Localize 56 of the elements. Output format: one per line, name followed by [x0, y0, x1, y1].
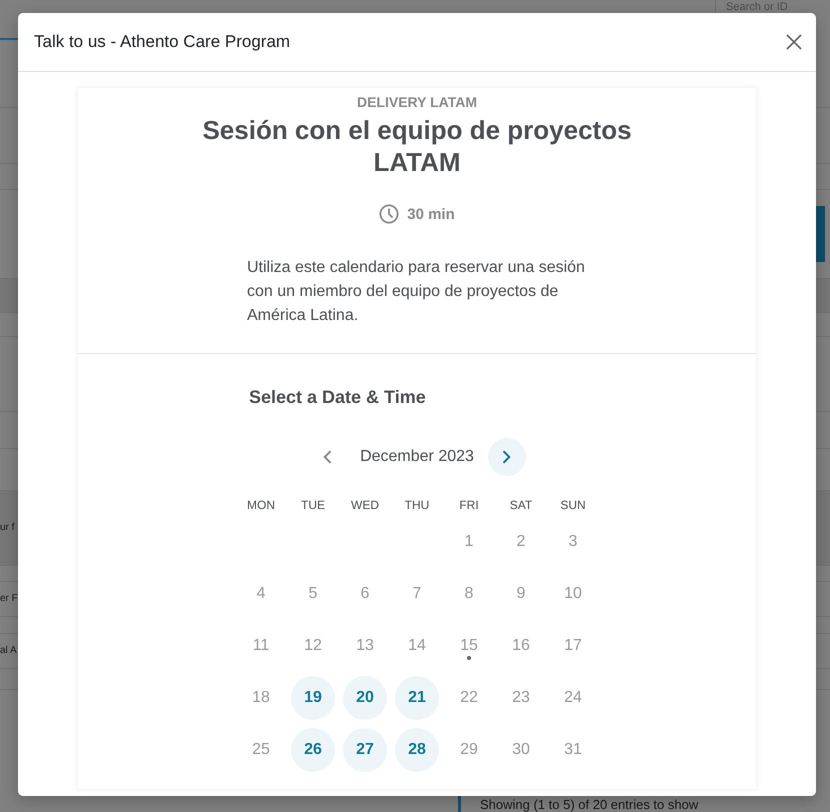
- calendar-day: 6: [360, 584, 370, 604]
- weekday-label: FRI: [458, 497, 480, 514]
- calendar-day: 7: [412, 584, 422, 604]
- available-day-button[interactable]: 27: [343, 728, 387, 772]
- available-day-button[interactable]: 28: [395, 728, 439, 772]
- weekday-label: WED: [350, 497, 380, 514]
- organizer-name: DELIVERY LATAM: [356, 94, 478, 110]
- calendar-day: 17: [564, 636, 582, 656]
- calendar-day: 23: [512, 688, 530, 708]
- calendar-day: 16: [512, 636, 530, 656]
- calendar-day: 25: [252, 740, 270, 760]
- calendar-day: 31: [564, 740, 582, 760]
- entries-summary-text: Showing (1 to 5) of 20 entries to show: [480, 797, 698, 812]
- next-month-button[interactable]: [488, 438, 526, 476]
- available-day-button[interactable]: 26: [291, 728, 335, 772]
- clock-icon: [379, 204, 400, 224]
- calendar-day: 2: [516, 532, 526, 552]
- calendar-day: 13: [356, 636, 374, 656]
- available-day-button[interactable]: 21: [395, 676, 439, 720]
- close-icon: [786, 34, 802, 50]
- calendar-day: 9: [516, 584, 526, 604]
- calendar-day: 4: [256, 584, 266, 604]
- calendar-day: 12: [304, 636, 322, 656]
- event-description: Utiliza este calendario para reservar una sesión con un miembro del equipo de proyectos de América Latina.: [247, 258, 586, 326]
- calendar-day: 29: [460, 740, 478, 760]
- active-tab-indicator: [0, 38, 18, 40]
- chevron-right-icon: [502, 450, 512, 464]
- weekday-label: MON: [246, 497, 276, 514]
- calendar-day: 1: [464, 532, 474, 552]
- calendar-day: 10: [564, 584, 582, 604]
- calendar-day: 15: [460, 636, 478, 656]
- weekday-label: SAT: [508, 497, 534, 514]
- close-button[interactable]: [786, 34, 802, 50]
- calendar-day: 5: [308, 584, 318, 604]
- cut-off-text: ur f: [0, 522, 14, 534]
- calendar-day: 11: [252, 636, 270, 656]
- calendar-day: 8: [464, 584, 474, 604]
- event-title: Sesión con el equipo de proyectos LATAM: [201, 114, 633, 178]
- calendar-day: 3: [568, 532, 578, 552]
- duration-text: 30 min: [407, 206, 455, 222]
- calendar-day: 30: [512, 740, 530, 760]
- chevron-left-icon: [322, 450, 332, 464]
- weekday-label: THU: [404, 497, 430, 514]
- available-day-button[interactable]: 20: [343, 676, 387, 720]
- calendar-day: 22: [460, 688, 478, 708]
- section-heading: Select a Date & Time: [248, 386, 427, 408]
- calendar-day: 14: [408, 636, 426, 656]
- weekday-label: SUN: [559, 497, 587, 514]
- cut-off-text: er F: [0, 593, 18, 605]
- cut-off-text: al A: [0, 645, 17, 657]
- calendar-day: 24: [564, 688, 582, 708]
- calendar-day: 18: [252, 688, 270, 708]
- weekday-label: TUE: [300, 497, 326, 514]
- dialog-title: Talk to us - Athento Care Program: [34, 32, 290, 52]
- available-day-button[interactable]: 19: [291, 676, 335, 720]
- month-label: December 2023: [360, 448, 474, 466]
